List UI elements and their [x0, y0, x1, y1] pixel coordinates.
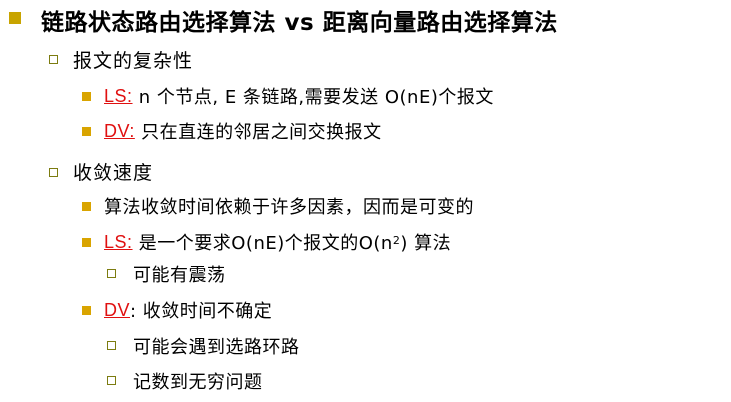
section-1-bullet — [49, 55, 58, 64]
title-bullet — [9, 12, 21, 24]
section-2-item-2-sub-1-bullet — [107, 269, 116, 278]
section-1-item-1: LS: n 个节点, E 条链路,需要发送 O(nE)个报文 — [104, 83, 494, 109]
section-1-item-2-text: 只在直连的邻居之间交换报文 — [134, 122, 382, 143]
section-1-item-2: DV: 只在直连的邻居之间交换报文 — [104, 118, 382, 144]
section-2-item-2-bullet — [82, 238, 91, 247]
section-1-item-1-bullet — [82, 92, 91, 101]
section-2-item-3-bullet — [82, 306, 91, 315]
section-2-item-2-text-a: 是一个要求O(nE)个报文的O(n — [132, 233, 393, 254]
section-2-item-3-sub-1: 可能会遇到选路环路 — [133, 337, 300, 358]
ls-tag: LS: — [104, 85, 133, 106]
section-2-item-3-sub-1-bullet — [107, 341, 116, 350]
section-2-heading: 收敛速度 — [73, 161, 154, 184]
section-2-item-3-text: : 收敛时间不确定 — [130, 301, 273, 322]
section-1-heading: 报文的复杂性 — [73, 49, 194, 72]
slide-title: 链路状态路由选择算法 vs 距离向量路由选择算法 — [41, 10, 558, 36]
section-2-item-1-bullet — [82, 202, 91, 211]
section-2-item-3-sub-2: 记数到无穷问题 — [133, 372, 263, 393]
section-2-item-1: 算法收敛时间依赖于许多因素，因而是可变的 — [104, 197, 474, 218]
section-2-item-2: LS: 是一个要求O(nE)个报文的O(n 2) 算法 — [104, 229, 451, 255]
section-2-bullet — [49, 168, 58, 177]
section-2-item-3: DV : 收敛时间不确定 — [104, 297, 272, 323]
section-2-item-2-text-b: ) 算法 — [400, 233, 452, 254]
ls-tag: LS: — [104, 231, 133, 252]
section-1-item-1-text: n 个节点, E 条链路,需要发送 O(nE)个报文 — [132, 87, 494, 108]
section-1-item-2-bullet — [82, 127, 91, 136]
section-2-item-3-sub-2-bullet — [107, 376, 116, 385]
dv-tag: DV: — [104, 120, 135, 141]
section-2-item-2-sub-1: 可能有震荡 — [133, 265, 226, 286]
dv-tag: DV — [104, 299, 131, 320]
